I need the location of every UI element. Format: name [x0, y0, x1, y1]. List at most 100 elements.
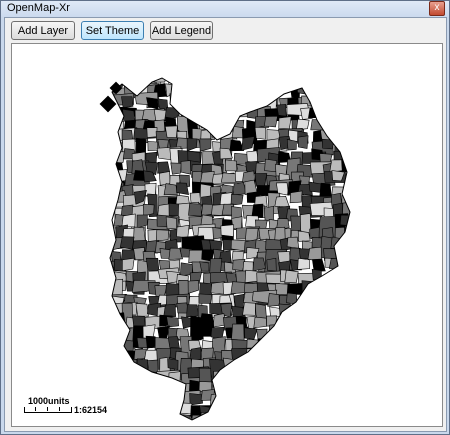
district-polygon[interactable]	[276, 345, 287, 358]
district-polygon[interactable]	[287, 317, 313, 342]
district-polygon[interactable]	[264, 378, 276, 392]
district-polygon[interactable]	[186, 137, 198, 152]
district-polygon[interactable]	[180, 75, 192, 88]
district-polygon[interactable]	[356, 150, 371, 164]
district-polygon[interactable]	[123, 382, 136, 396]
district-polygon[interactable]	[322, 81, 346, 95]
district-polygon[interactable]	[200, 70, 212, 84]
district-polygon[interactable]	[279, 406, 293, 418]
district-polygon[interactable]	[286, 359, 299, 372]
district-polygon[interactable]	[264, 158, 277, 173]
district-polygon[interactable]	[301, 400, 315, 414]
district-polygon[interactable]	[166, 316, 179, 328]
district-polygon[interactable]	[190, 327, 204, 341]
district-polygon[interactable]	[313, 347, 327, 360]
district-polygon[interactable]	[133, 404, 157, 420]
district-polygon[interactable]	[102, 373, 114, 384]
district-polygon[interactable]	[209, 104, 234, 118]
district-polygon[interactable]	[143, 391, 156, 404]
district-polygon[interactable]	[241, 136, 255, 151]
district-polygon[interactable]	[169, 93, 194, 106]
district-polygon[interactable]	[100, 338, 113, 352]
district-polygon[interactable]	[357, 187, 368, 200]
district-polygon[interactable]	[312, 293, 326, 308]
add-legend-button[interactable]: Add Legend	[150, 21, 213, 40]
district-polygon[interactable]	[342, 259, 366, 273]
district-polygon[interactable]	[103, 360, 115, 374]
district-polygon[interactable]	[278, 116, 292, 130]
district-polygon[interactable]	[236, 379, 251, 393]
district-polygon[interactable]	[323, 327, 347, 341]
district-polygon[interactable]	[284, 269, 299, 284]
district-polygon[interactable]	[110, 362, 135, 387]
district-polygon[interactable]	[299, 338, 312, 352]
district-polygon[interactable]	[342, 201, 355, 216]
district-polygon[interactable]	[329, 392, 341, 405]
district-polygon[interactable]	[307, 390, 322, 405]
district-polygon[interactable]	[99, 281, 110, 292]
district-polygon[interactable]	[333, 325, 355, 340]
district-polygon[interactable]	[308, 92, 334, 105]
district-polygon[interactable]	[288, 306, 301, 320]
district-polygon[interactable]	[355, 326, 368, 337]
title-bar[interactable]: OpenMap-Xr x	[1, 1, 449, 17]
district-polygon[interactable]	[200, 108, 211, 123]
district-polygon[interactable]	[345, 181, 358, 196]
district-polygon[interactable]	[220, 224, 234, 237]
district-polygon[interactable]	[275, 371, 288, 384]
district-polygon[interactable]	[200, 113, 225, 130]
district-polygon[interactable]	[257, 81, 271, 95]
district-polygon[interactable]	[247, 373, 273, 386]
district-polygon[interactable]	[103, 185, 115, 198]
district-polygon[interactable]	[357, 92, 369, 106]
district-polygon[interactable]	[286, 323, 311, 337]
district-polygon[interactable]	[222, 95, 235, 110]
district-polygon[interactable]	[188, 203, 202, 217]
district-polygon[interactable]	[103, 348, 126, 363]
district-polygon[interactable]	[278, 303, 302, 316]
district-polygon[interactable]	[269, 345, 283, 360]
district-polygon[interactable]	[244, 85, 257, 109]
district-polygon[interactable]	[254, 411, 268, 426]
district-polygon[interactable]	[147, 404, 171, 416]
district-polygon[interactable]	[309, 304, 324, 328]
district-polygon[interactable]	[111, 337, 124, 353]
district-polygon[interactable]	[287, 404, 300, 426]
district-polygon[interactable]	[189, 94, 201, 107]
district-polygon[interactable]	[121, 213, 136, 228]
district-polygon[interactable]	[288, 349, 302, 374]
district-polygon[interactable]	[153, 392, 167, 418]
district-polygon[interactable]	[163, 303, 176, 318]
district-polygon[interactable]	[244, 327, 258, 340]
district-polygon[interactable]	[340, 417, 363, 426]
district-polygon[interactable]	[354, 393, 367, 406]
district-polygon[interactable]	[334, 272, 348, 284]
district-polygon[interactable]	[311, 268, 322, 281]
district-polygon[interactable]	[190, 414, 216, 425]
district-polygon[interactable]	[166, 382, 180, 396]
district-polygon[interactable]	[103, 136, 116, 162]
district-polygon[interactable]	[354, 270, 367, 283]
district-polygon[interactable]	[278, 325, 289, 340]
district-polygon[interactable]	[167, 358, 179, 371]
district-polygon[interactable]	[335, 339, 349, 352]
district-polygon[interactable]	[134, 380, 160, 405]
district-polygon[interactable]	[188, 77, 212, 91]
district-polygon[interactable]	[146, 127, 158, 138]
district-polygon[interactable]	[143, 380, 158, 404]
district-polygon[interactable]	[113, 348, 126, 362]
district-polygon[interactable]	[255, 349, 279, 374]
district-polygon[interactable]	[264, 115, 278, 128]
district-polygon[interactable]	[99, 95, 117, 113]
district-polygon[interactable]	[247, 360, 259, 373]
district-polygon[interactable]	[187, 280, 199, 294]
district-polygon[interactable]	[257, 371, 270, 384]
district-polygon[interactable]	[168, 371, 181, 386]
district-polygon[interactable]	[335, 107, 357, 121]
district-polygon[interactable]	[345, 137, 368, 151]
district-polygon[interactable]	[333, 281, 345, 294]
district-polygon[interactable]	[246, 412, 271, 423]
district-polygon[interactable]	[254, 173, 268, 187]
district-polygon[interactable]	[319, 355, 333, 370]
district-polygon[interactable]	[256, 402, 280, 415]
